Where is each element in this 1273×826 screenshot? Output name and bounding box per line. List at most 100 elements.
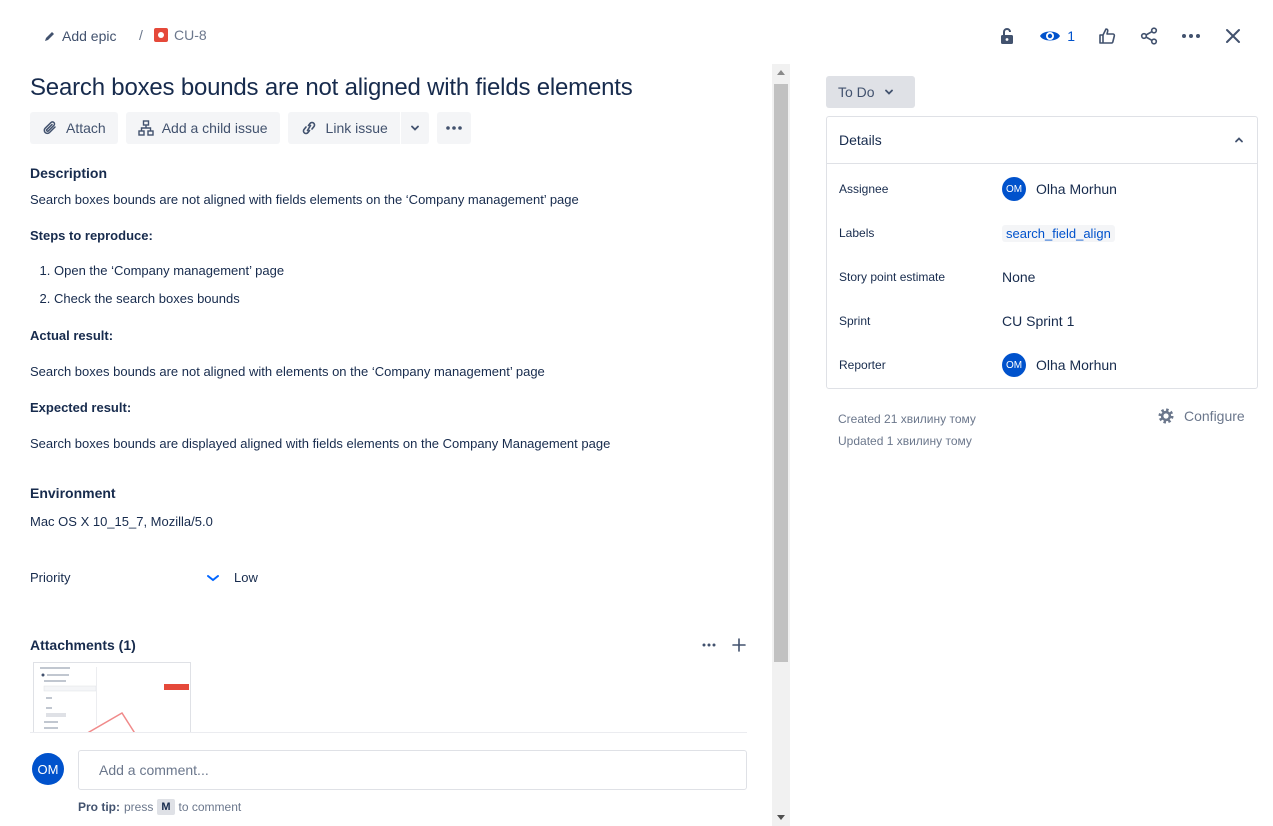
environment-heading: Environment [30,485,116,501]
attachment-thumbnail[interactable] [33,662,191,734]
attachments-heading: Attachments (1) [30,637,136,653]
comment-section: OM Add a comment... Pro tip: press M to … [30,732,747,826]
pro-tip-label: Pro tip: [78,800,120,814]
expected-result-text: Search boxes bounds are displayed aligne… [30,436,611,451]
add-epic-button[interactable]: Add epic [36,20,124,52]
main-panel-scrollbar[interactable] [772,64,790,826]
paperclip-icon [43,121,56,135]
issue-key-link[interactable]: CU-8 [154,27,207,43]
avatar: OM [1002,177,1026,201]
header-actions: 1 [991,20,1249,52]
watch-button[interactable]: 1 [1033,20,1081,52]
add-child-issue-button[interactable]: Add a child issue [125,112,280,144]
chevron-down-icon [410,125,419,131]
updated-timestamp: Updated 1 хвилину тому [838,434,972,448]
unlock-icon [1001,28,1014,44]
status-label: To Do [838,84,875,100]
comment-input[interactable]: Add a comment... [78,750,747,790]
more-actions-button[interactable] [1175,20,1207,52]
actual-result-text: Search boxes bounds are not aligned with… [30,364,545,379]
description-heading: Description [30,165,108,181]
chevron-down-icon [884,89,893,95]
priority-value[interactable]: Low [206,570,258,585]
list-item: Check the search boxes bounds [54,285,284,313]
attachments-header: Attachments (1) [30,637,747,653]
link-issue-dropdown[interactable] [400,112,429,144]
add-child-issue-label: Add a child issue [161,120,268,136]
labels-row: Labels search_field_align [839,217,1247,249]
issue-header: Add epic / CU-8 1 [0,0,1273,72]
thumbs-up-icon [1099,28,1116,44]
labels-label: Labels [839,226,875,240]
more-icon [446,126,462,130]
issue-toolbar: Attach Add a child issue Link issue [30,112,471,144]
steps-list: Open the ‘Company management’ page Check… [30,257,284,313]
toolbar-more-button[interactable] [436,112,471,144]
priority-field: Priority Low [30,570,430,585]
reporter-row: Reporter OM Olha Morhun [839,349,1247,381]
link-issue-group: Link issue [287,112,429,144]
attachment-preview-image [34,663,190,734]
shortcut-key: M [157,799,175,815]
details-heading: Details [839,132,882,148]
created-timestamp: Created 21 хвилину тому [838,412,976,426]
attachments-actions [701,637,747,653]
scrollbar-thumb[interactable] [774,84,788,662]
priority-low-icon [207,574,219,581]
status-dropdown[interactable]: To Do [826,76,915,108]
pro-tip-suffix: to comment [178,800,242,814]
add-icon[interactable] [731,637,747,653]
more-icon [1182,34,1200,38]
steps-heading: Steps to reproduce: [30,228,153,243]
avatar: OM [1002,353,1026,377]
hierarchy-icon [138,120,154,136]
details-header[interactable]: Details [827,117,1257,164]
story-points-label: Story point estimate [839,270,946,284]
link-icon [302,121,315,135]
description-summary[interactable]: Search boxes bounds are not aligned with… [30,192,579,207]
vote-button[interactable] [1091,20,1123,52]
gear-icon [1158,408,1174,424]
list-item: Open the ‘Company management’ page [54,257,284,285]
pencil-icon [45,32,54,41]
more-icon[interactable] [701,637,717,653]
assignee-row: Assignee OM Olha Morhun [839,173,1247,205]
reporter-label: Reporter [839,358,886,372]
assignee-name: Olha Morhun [1036,181,1117,197]
sprint-row: Sprint CU Sprint 1 [839,305,1247,337]
issue-main-panel: Search boxes bounds are not aligned with… [30,64,770,826]
priority-value-text: Low [234,570,258,585]
share-button[interactable] [1133,20,1165,52]
pro-tip-press: press [124,800,154,814]
issue-key: CU-8 [174,27,207,43]
story-points-value[interactable]: None [1002,269,1035,285]
scroll-down-arrow-icon[interactable] [777,815,785,820]
breadcrumb-separator: / [139,27,143,43]
link-issue-label: Link issue [325,120,388,136]
issue-title[interactable]: Search boxes bounds are not aligned with… [30,74,633,102]
environment-value[interactable]: Mac OS X 10_15_7, Mozilla/5.0 [30,514,213,529]
add-epic-label: Add epic [62,28,117,44]
labels-value[interactable]: search_field_align [1002,224,1115,242]
attach-label: Attach [66,120,106,136]
scroll-up-arrow-icon[interactable] [777,70,785,75]
expected-result-heading: Expected result: [30,400,132,415]
attach-button[interactable]: Attach [30,112,118,144]
link-issue-button[interactable]: Link issue [287,112,400,144]
configure-button[interactable]: Configure [1156,406,1245,426]
pro-tip: Pro tip: press M to comment [78,799,241,815]
configure-label: Configure [1184,408,1245,424]
priority-label: Priority [30,570,71,585]
share-icon [1140,27,1158,45]
restrictions-button[interactable] [991,20,1023,52]
label-tag[interactable]: search_field_align [1002,224,1115,242]
reporter-value[interactable]: OM Olha Morhun [1002,353,1117,377]
actual-result-heading: Actual result: [30,328,114,343]
bug-icon [154,28,168,42]
sprint-link[interactable]: CU Sprint 1 [1002,313,1074,329]
reporter-name: Olha Morhun [1036,357,1117,373]
chevron-up-icon[interactable] [1233,134,1245,146]
close-button[interactable] [1217,20,1249,52]
sprint-label: Sprint [839,314,871,328]
assignee-value[interactable]: OM Olha Morhun [1002,177,1117,201]
